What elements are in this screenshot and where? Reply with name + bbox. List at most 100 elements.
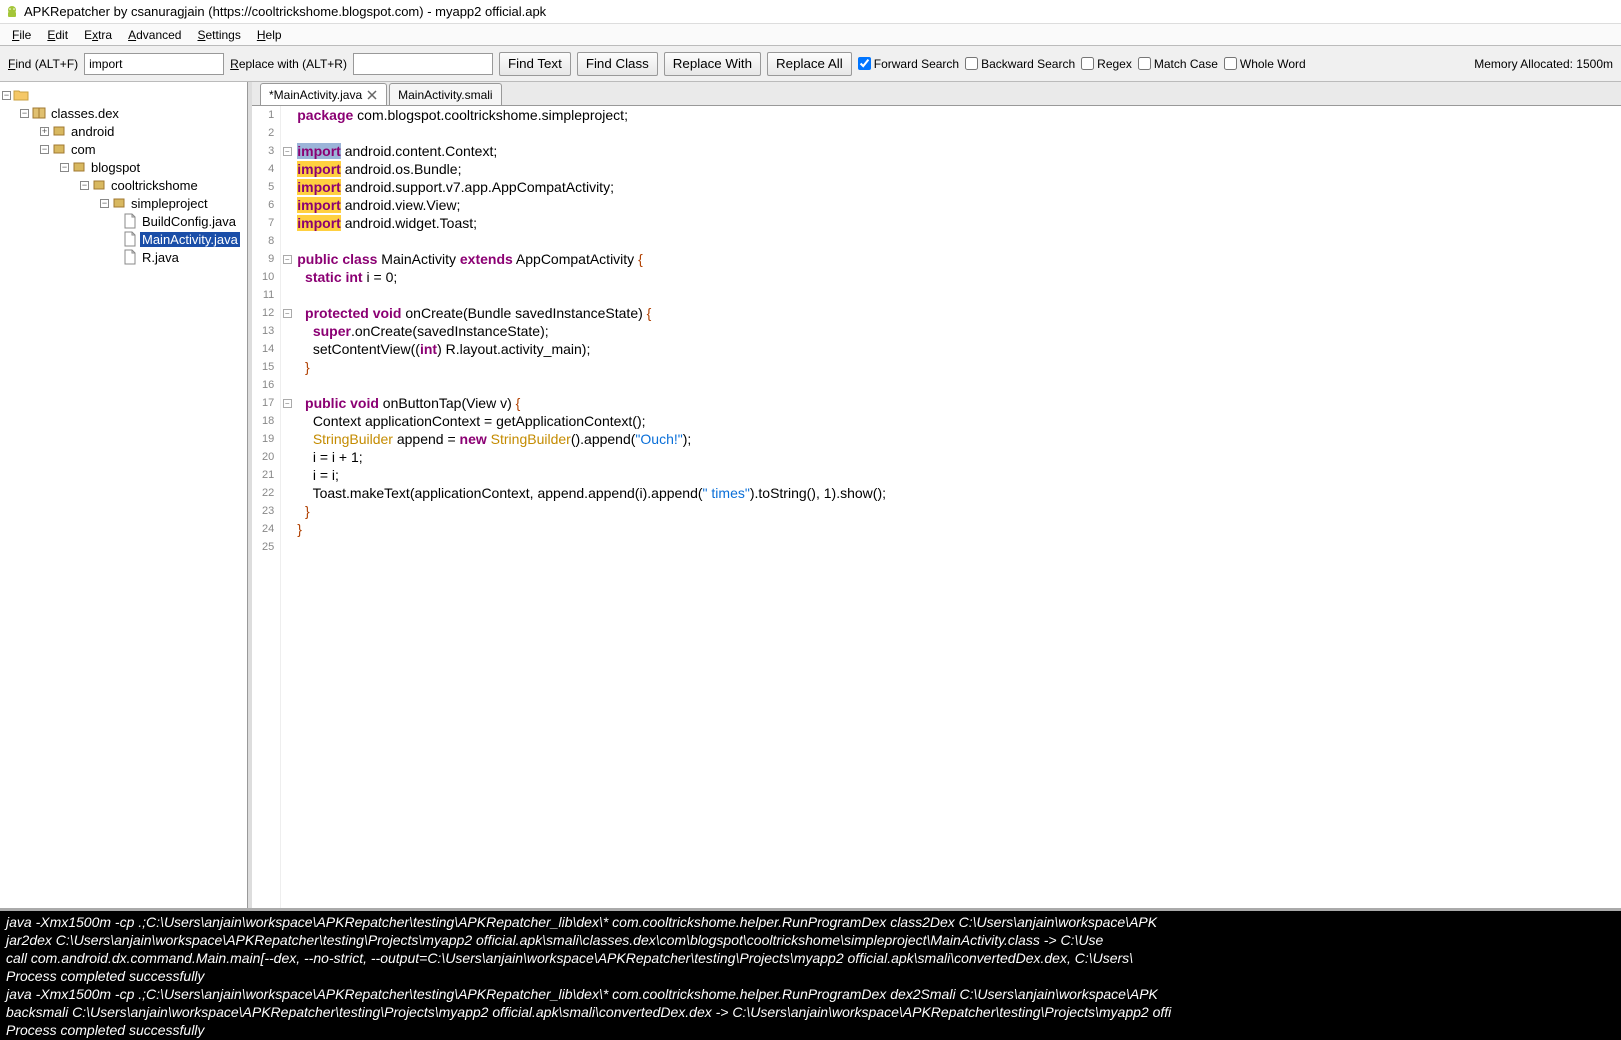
code-token: .append xyxy=(647,485,698,501)
menu-settings[interactable]: Settings xyxy=(189,26,248,44)
console-output[interactable]: java -Xmx1500m -cp .;C:\Users\anjain\wor… xyxy=(0,908,1621,1040)
app-icon xyxy=(4,4,20,20)
find-input[interactable] xyxy=(84,53,224,75)
replace-with-button[interactable]: Replace With xyxy=(664,52,761,76)
tree-root[interactable]: − xyxy=(0,86,247,104)
menu-advanced[interactable]: Advanced xyxy=(120,26,189,44)
code-token: .show xyxy=(836,485,873,501)
console-line: java -Xmx1500m -cp .;C:\Users\anjain\wor… xyxy=(6,913,1615,931)
find-label: Find (ALT+F) xyxy=(8,57,78,71)
code-content[interactable]: package com.blogspot.cooltrickshome.simp… xyxy=(293,106,890,908)
code-editor[interactable]: 1234567891011121314151617181920212223242… xyxy=(252,106,1621,908)
tree-item-r-java[interactable]: R.java xyxy=(0,248,247,266)
fold-icon[interactable]: − xyxy=(283,147,292,156)
editor-area: *MainActivity.java MainActivity.smali 12… xyxy=(248,82,1621,908)
code-token: Bundle savedInstanceState xyxy=(468,305,638,321)
console-line: call com.android.dx.command.Main.main[--… xyxy=(6,949,1615,967)
code-token: android.os.Bundle; xyxy=(341,161,462,177)
expander-icon[interactable]: − xyxy=(60,163,69,172)
code-token: ); xyxy=(582,341,591,357)
code-token: i = i + 1; xyxy=(313,449,363,465)
expander-icon[interactable]: − xyxy=(80,181,89,190)
menu-extra[interactable]: Extra xyxy=(76,26,120,44)
replace-input[interactable] xyxy=(353,53,493,75)
code-token: StringBuilder xyxy=(491,431,571,447)
code-token: .onCreate xyxy=(351,323,412,339)
tab-mainactivity-smali[interactable]: MainActivity.smali xyxy=(389,83,501,105)
regex-box[interactable] xyxy=(1081,57,1094,70)
backward-search-box[interactable] xyxy=(965,57,978,70)
tree-item-mainactivity[interactable]: MainActivity.java xyxy=(0,230,247,248)
expander-icon[interactable]: − xyxy=(100,199,109,208)
menu-bar: File Edit Extra Advanced Settings Help xyxy=(0,24,1621,46)
tree-item-buildconfig[interactable]: BuildConfig.java xyxy=(0,212,247,230)
console-line: jar2dex C:\Users\anjain\workspace\APKRep… xyxy=(6,931,1615,949)
code-token: ); xyxy=(683,431,692,447)
package-icon xyxy=(111,195,127,211)
tree-label: cooltrickshome xyxy=(109,178,200,193)
whole-word-box[interactable] xyxy=(1224,57,1237,70)
package-icon xyxy=(51,141,67,157)
tree-item-cooltrickshome[interactable]: − cooltrickshome xyxy=(0,176,247,194)
close-tab-icon[interactable] xyxy=(366,89,378,101)
code-token: super xyxy=(313,323,351,339)
code-token: import xyxy=(297,197,341,213)
tree-item-classes-dex[interactable]: − classes.dex xyxy=(0,104,247,122)
regex-check[interactable]: Regex xyxy=(1081,57,1132,71)
tree-label: android xyxy=(69,124,116,139)
code-token: android.widget.Toast; xyxy=(341,215,477,231)
line-number-gutter: 1234567891011121314151617181920212223242… xyxy=(252,106,281,908)
expander-icon[interactable]: − xyxy=(40,145,49,154)
memory-label: Memory Allocated: 1500m xyxy=(1474,57,1613,71)
find-text-button[interactable]: Find Text xyxy=(499,52,571,76)
tree-label: blogspot xyxy=(89,160,142,175)
code-token: Context applicationContext = getApplicat… xyxy=(313,413,632,429)
expander-icon[interactable]: + xyxy=(40,127,49,136)
menu-edit[interactable]: Edit xyxy=(39,26,76,44)
replace-all-button[interactable]: Replace All xyxy=(767,52,852,76)
regex-label: Regex xyxy=(1097,57,1132,71)
code-token: (), xyxy=(807,485,824,501)
code-token: Toast.makeText xyxy=(313,485,410,501)
menu-file[interactable]: File xyxy=(4,26,39,44)
whole-word-check[interactable]: Whole Word xyxy=(1224,57,1306,71)
console-line: backsmali C:\Users\anjain\workspace\APKR… xyxy=(6,1003,1615,1021)
title-bar: APKRepatcher by csanuragjain (https://co… xyxy=(0,0,1621,24)
code-token: } xyxy=(305,359,310,375)
code-token: (); xyxy=(632,413,645,429)
code-token: AppCompatActivity xyxy=(513,251,638,267)
forward-search-check[interactable]: Forward Search xyxy=(858,57,959,71)
tree-item-com[interactable]: − com xyxy=(0,140,247,158)
expander-icon[interactable]: − xyxy=(2,91,11,100)
code-token: ; xyxy=(393,269,397,285)
tab-mainactivity-java[interactable]: *MainActivity.java xyxy=(260,83,387,105)
menu-help[interactable]: Help xyxy=(249,26,290,44)
tree-item-blogspot[interactable]: − blogspot xyxy=(0,158,247,176)
code-token: () xyxy=(571,431,580,447)
backward-search-check[interactable]: Backward Search xyxy=(965,57,1075,71)
file-icon xyxy=(122,213,138,229)
forward-search-box[interactable] xyxy=(858,57,871,70)
code-token: package xyxy=(297,107,353,123)
fold-icon[interactable]: − xyxy=(283,255,292,264)
match-case-check[interactable]: Match Case xyxy=(1138,57,1218,71)
code-token: } xyxy=(305,503,310,519)
tree-item-android[interactable]: + android xyxy=(0,122,247,140)
project-tree[interactable]: − − classes.dex + android − com − blogsp… xyxy=(0,82,248,908)
find-class-button[interactable]: Find Class xyxy=(577,52,658,76)
code-token: new xyxy=(460,431,487,447)
fold-icon[interactable]: − xyxy=(283,309,292,318)
code-token: savedInstanceState xyxy=(417,323,540,339)
package-icon xyxy=(71,159,87,175)
code-token: setContentView xyxy=(313,341,411,357)
code-token: R.layout.activity_main xyxy=(442,341,582,357)
console-line: java -Xmx1500m -cp .;C:\Users\anjain\wor… xyxy=(6,985,1615,1003)
tree-item-simpleproject[interactable]: − simpleproject xyxy=(0,194,247,212)
fold-icon[interactable]: − xyxy=(283,399,292,408)
code-token: (); xyxy=(873,485,886,501)
code-token: View v xyxy=(466,395,507,411)
code-token: import xyxy=(297,179,341,195)
expander-icon[interactable]: − xyxy=(20,109,29,118)
match-case-box[interactable] xyxy=(1138,57,1151,70)
tree-label: BuildConfig.java xyxy=(140,214,238,229)
